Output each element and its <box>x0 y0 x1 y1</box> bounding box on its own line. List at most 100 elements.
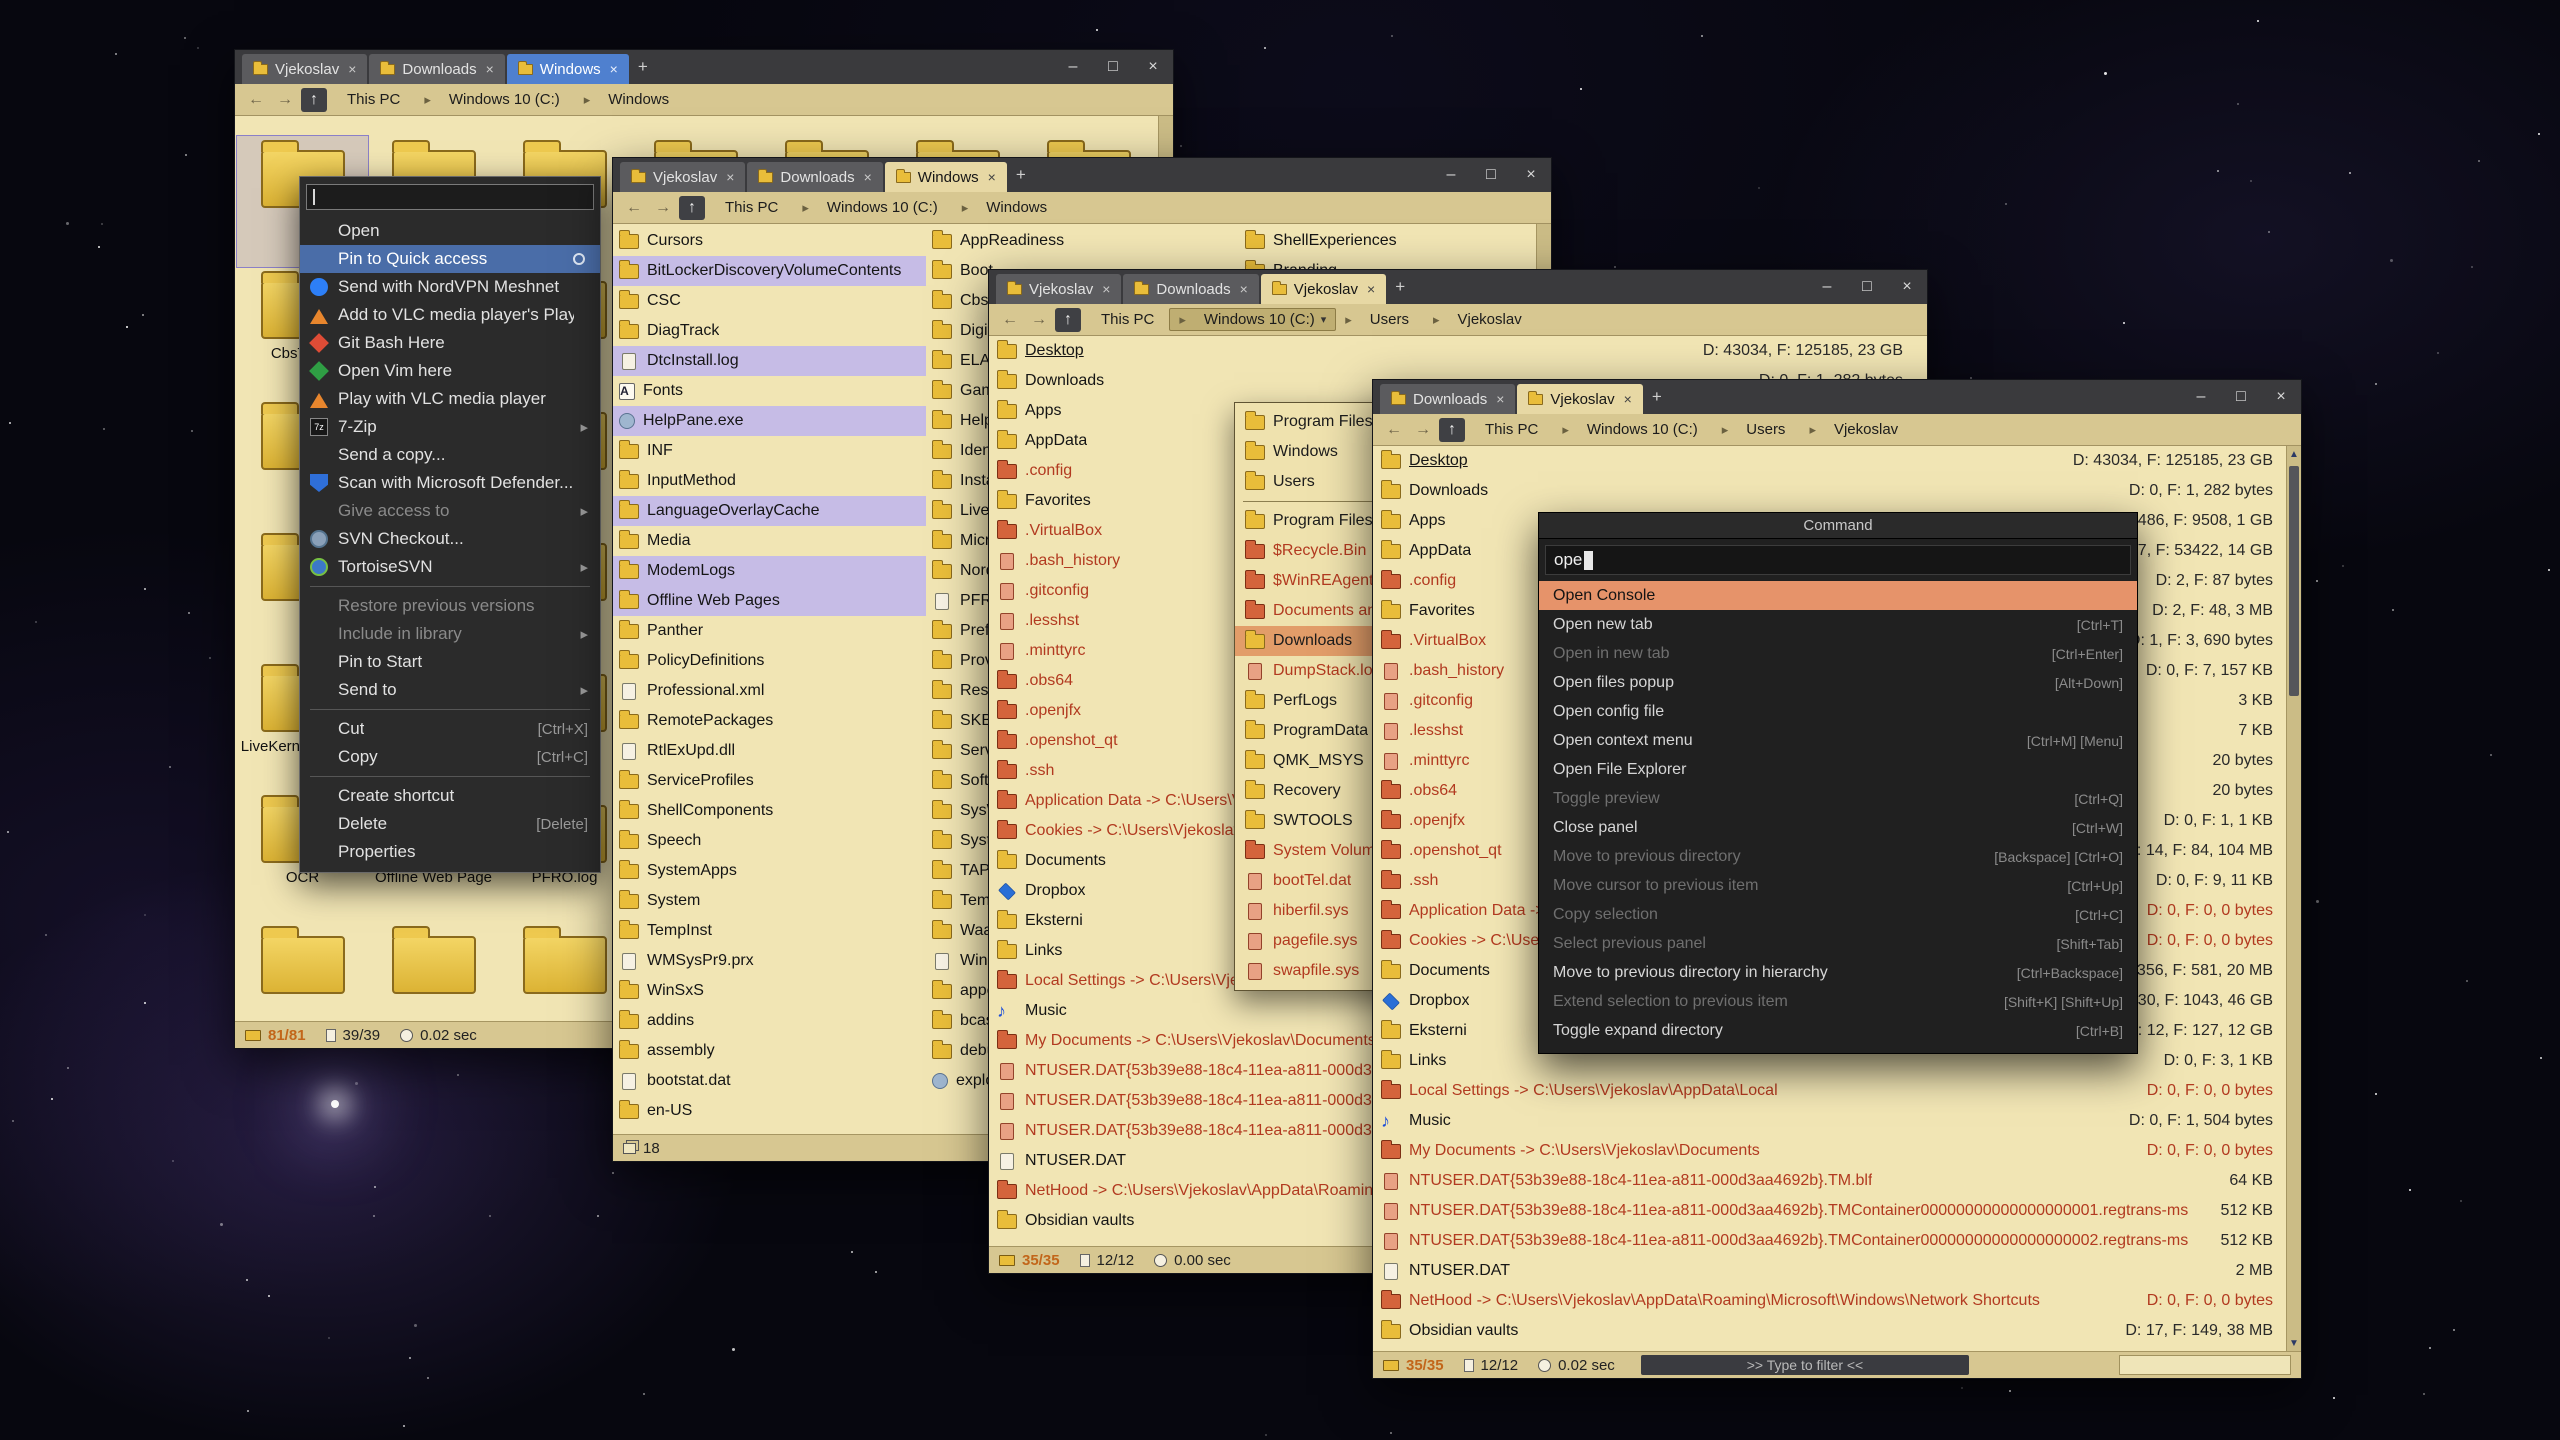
file-row[interactable]: Offline Web Pages <box>613 586 926 616</box>
file-row[interactable]: PolicyDefinitions <box>613 646 926 676</box>
breadcrumb-segment[interactable]: Windows <box>953 197 1062 218</box>
maximize-button[interactable]: □ <box>2221 380 2261 414</box>
titlebar[interactable]: Vjekoslav × Downloads × Windows × + – □ <box>613 158 1551 192</box>
breadcrumb-segment[interactable]: Users <box>1713 419 1801 440</box>
new-tab-button[interactable]: + <box>1008 158 1034 192</box>
tab-close-icon[interactable]: × <box>1240 281 1248 297</box>
file-row[interactable]: Desktop D: 43034, F: 125185, 23 GB <box>1373 446 2301 476</box>
back-button[interactable]: ← <box>621 196 647 220</box>
file-row[interactable]: RtlExUpd.dll <box>613 736 926 766</box>
tab-close-icon[interactable]: × <box>864 169 872 185</box>
context-menu-input[interactable] <box>306 184 594 210</box>
context-menu-item[interactable]: Restore previous versions <box>300 592 600 620</box>
command-item[interactable]: Select previous panel [Shift+Tab] <box>1539 929 2137 958</box>
forward-button[interactable]: → <box>1026 308 1052 332</box>
up-button[interactable]: ↑ <box>679 196 705 220</box>
file-row[interactable]: InputMethod <box>613 466 926 496</box>
minimize-button[interactable]: – <box>1807 270 1847 304</box>
file-row[interactable]: RemotePackages <box>613 706 926 736</box>
command-item[interactable]: Move to previous directory [Backspace] [… <box>1539 842 2137 871</box>
context-menu-item[interactable]: Copy [Ctrl+C] <box>300 743 600 771</box>
file-row[interactable]: ModemLogs <box>613 556 926 586</box>
file-row[interactable]: TempInst <box>613 916 926 946</box>
context-menu-item[interactable] <box>310 586 590 587</box>
context-menu-item[interactable]: Send a copy... <box>300 441 600 469</box>
maximize-button[interactable]: □ <box>1093 50 1133 84</box>
tab[interactable]: Windows × <box>885 162 1007 192</box>
file-row[interactable]: Media <box>613 526 926 556</box>
command-item[interactable]: Open files popup [Alt+Down] <box>1539 668 2137 697</box>
file-row[interactable]: HelpPane.exe <box>613 406 926 436</box>
breadcrumb-segment[interactable]: This PC <box>1476 419 1553 440</box>
new-tab-button[interactable]: + <box>630 50 656 84</box>
file-row[interactable]: INF <box>613 436 926 466</box>
file-row[interactable]: Local Settings -> C:\Users\Vjekoslav\App… <box>1373 1076 2301 1106</box>
back-button[interactable]: ← <box>243 88 269 112</box>
breadcrumb-segment[interactable]: Windows 10 (C:) <box>415 89 574 110</box>
file-row[interactable]: NTUSER.DAT{53b39e88-18c4-11ea-a811-000d3… <box>1373 1166 2301 1196</box>
scrollbar-thumb[interactable] <box>2289 466 2299 696</box>
file-row[interactable]: Desktop D: 43034, F: 125185, 23 GB <box>989 336 1927 366</box>
minimize-button[interactable]: – <box>1053 50 1093 84</box>
tab[interactable]: Vjekoslav × <box>1517 384 1642 414</box>
context-menu-item[interactable] <box>310 776 590 777</box>
forward-button[interactable]: → <box>650 196 676 220</box>
tab[interactable]: Vjekoslav × <box>996 274 1121 304</box>
command-item[interactable]: Open File Explorer <box>1539 755 2137 784</box>
close-button[interactable]: × <box>1511 158 1551 192</box>
file-row[interactable]: Speech <box>613 826 926 856</box>
forward-button[interactable]: → <box>272 88 298 112</box>
folder-item[interactable] <box>368 922 499 1021</box>
new-tab-button[interactable]: + <box>1644 380 1670 414</box>
command-item[interactable]: Open in new tab [Ctrl+Enter] <box>1539 639 2137 668</box>
command-input[interactable]: ope <box>1545 545 2131 575</box>
tab-close-icon[interactable]: × <box>1496 391 1504 407</box>
context-menu-item[interactable]: Play with VLC media player <box>300 385 600 413</box>
tab[interactable]: Downloads × <box>1380 384 1515 414</box>
maximize-button[interactable]: □ <box>1847 270 1887 304</box>
folder-item[interactable] <box>237 922 368 1021</box>
breadcrumb-segment[interactable]: Vjekoslav <box>1800 419 1913 440</box>
context-menu-item[interactable]: Give access to ▸ <box>300 497 600 525</box>
command-item[interactable]: Toggle preview [Ctrl+Q] <box>1539 784 2137 813</box>
context-menu-item[interactable]: Delete [Delete] <box>300 810 600 838</box>
file-row[interactable]: NTUSER.DAT{53b39e88-18c4-11ea-a811-000d3… <box>1373 1196 2301 1226</box>
file-row[interactable]: ServiceProfiles <box>613 766 926 796</box>
context-menu-item[interactable]: Scan with Microsoft Defender... <box>300 469 600 497</box>
breadcrumb-segment[interactable]: Vjekoslav <box>1424 309 1537 330</box>
breadcrumb-segment[interactable]: Windows 10 (C:) ▾ <box>1169 308 1336 331</box>
tab-close-icon[interactable]: × <box>348 61 356 77</box>
close-button[interactable]: × <box>1887 270 1927 304</box>
context-menu-item[interactable]: Pin to Start <box>300 648 600 676</box>
filter-input[interactable]: >> Type to filter << <box>1641 1355 1969 1375</box>
context-menu-item[interactable]: Pin to Quick access <box>300 245 600 273</box>
up-button[interactable]: ↑ <box>1439 418 1465 442</box>
file-row[interactable]: Downloads D: 0, F: 1, 282 bytes <box>1373 476 2301 506</box>
context-menu-item[interactable]: Add to VLC media player's Playlist <box>300 301 600 329</box>
file-row[interactable]: LanguageOverlayCache <box>613 496 926 526</box>
breadcrumb-segment[interactable]: Users <box>1336 309 1424 330</box>
context-menu-item[interactable] <box>310 709 590 710</box>
file-row[interactable]: ShellExperiences <box>1239 226 1551 256</box>
maximize-button[interactable]: □ <box>1471 158 1511 192</box>
file-row[interactable]: System <box>613 886 926 916</box>
context-menu-item[interactable]: Send with NordVPN Meshnet <box>300 273 600 301</box>
file-row[interactable]: SystemApps <box>613 856 926 886</box>
context-menu-item[interactable]: TortoiseSVN ▸ <box>300 553 600 581</box>
back-button[interactable]: ← <box>997 308 1023 332</box>
command-item[interactable]: Extend selection to previous item [Shift… <box>1539 987 2137 1016</box>
file-row[interactable]: DtcInstall.log <box>613 346 926 376</box>
command-item[interactable]: Move cursor to previous item [Ctrl+Up] <box>1539 871 2137 900</box>
command-item[interactable]: Copy selection [Ctrl+C] <box>1539 900 2137 929</box>
scrollbar[interactable]: ▲ ▼ <box>2286 446 2301 1351</box>
file-row[interactable]: Music D: 0, F: 1, 504 bytes <box>1373 1106 2301 1136</box>
tab-close-icon[interactable]: × <box>1367 281 1375 297</box>
context-menu-item[interactable]: Properties <box>300 838 600 866</box>
up-button[interactable]: ↑ <box>301 88 327 112</box>
file-row[interactable]: bootstat.dat <box>613 1066 926 1096</box>
breadcrumb-segment[interactable]: This PC <box>1092 309 1169 330</box>
tab[interactable]: Downloads × <box>369 54 504 84</box>
tab[interactable]: Vjekoslav × <box>620 162 745 192</box>
status-input[interactable] <box>2119 1355 2291 1375</box>
file-row[interactable]: WMSysPr9.prx <box>613 946 926 976</box>
